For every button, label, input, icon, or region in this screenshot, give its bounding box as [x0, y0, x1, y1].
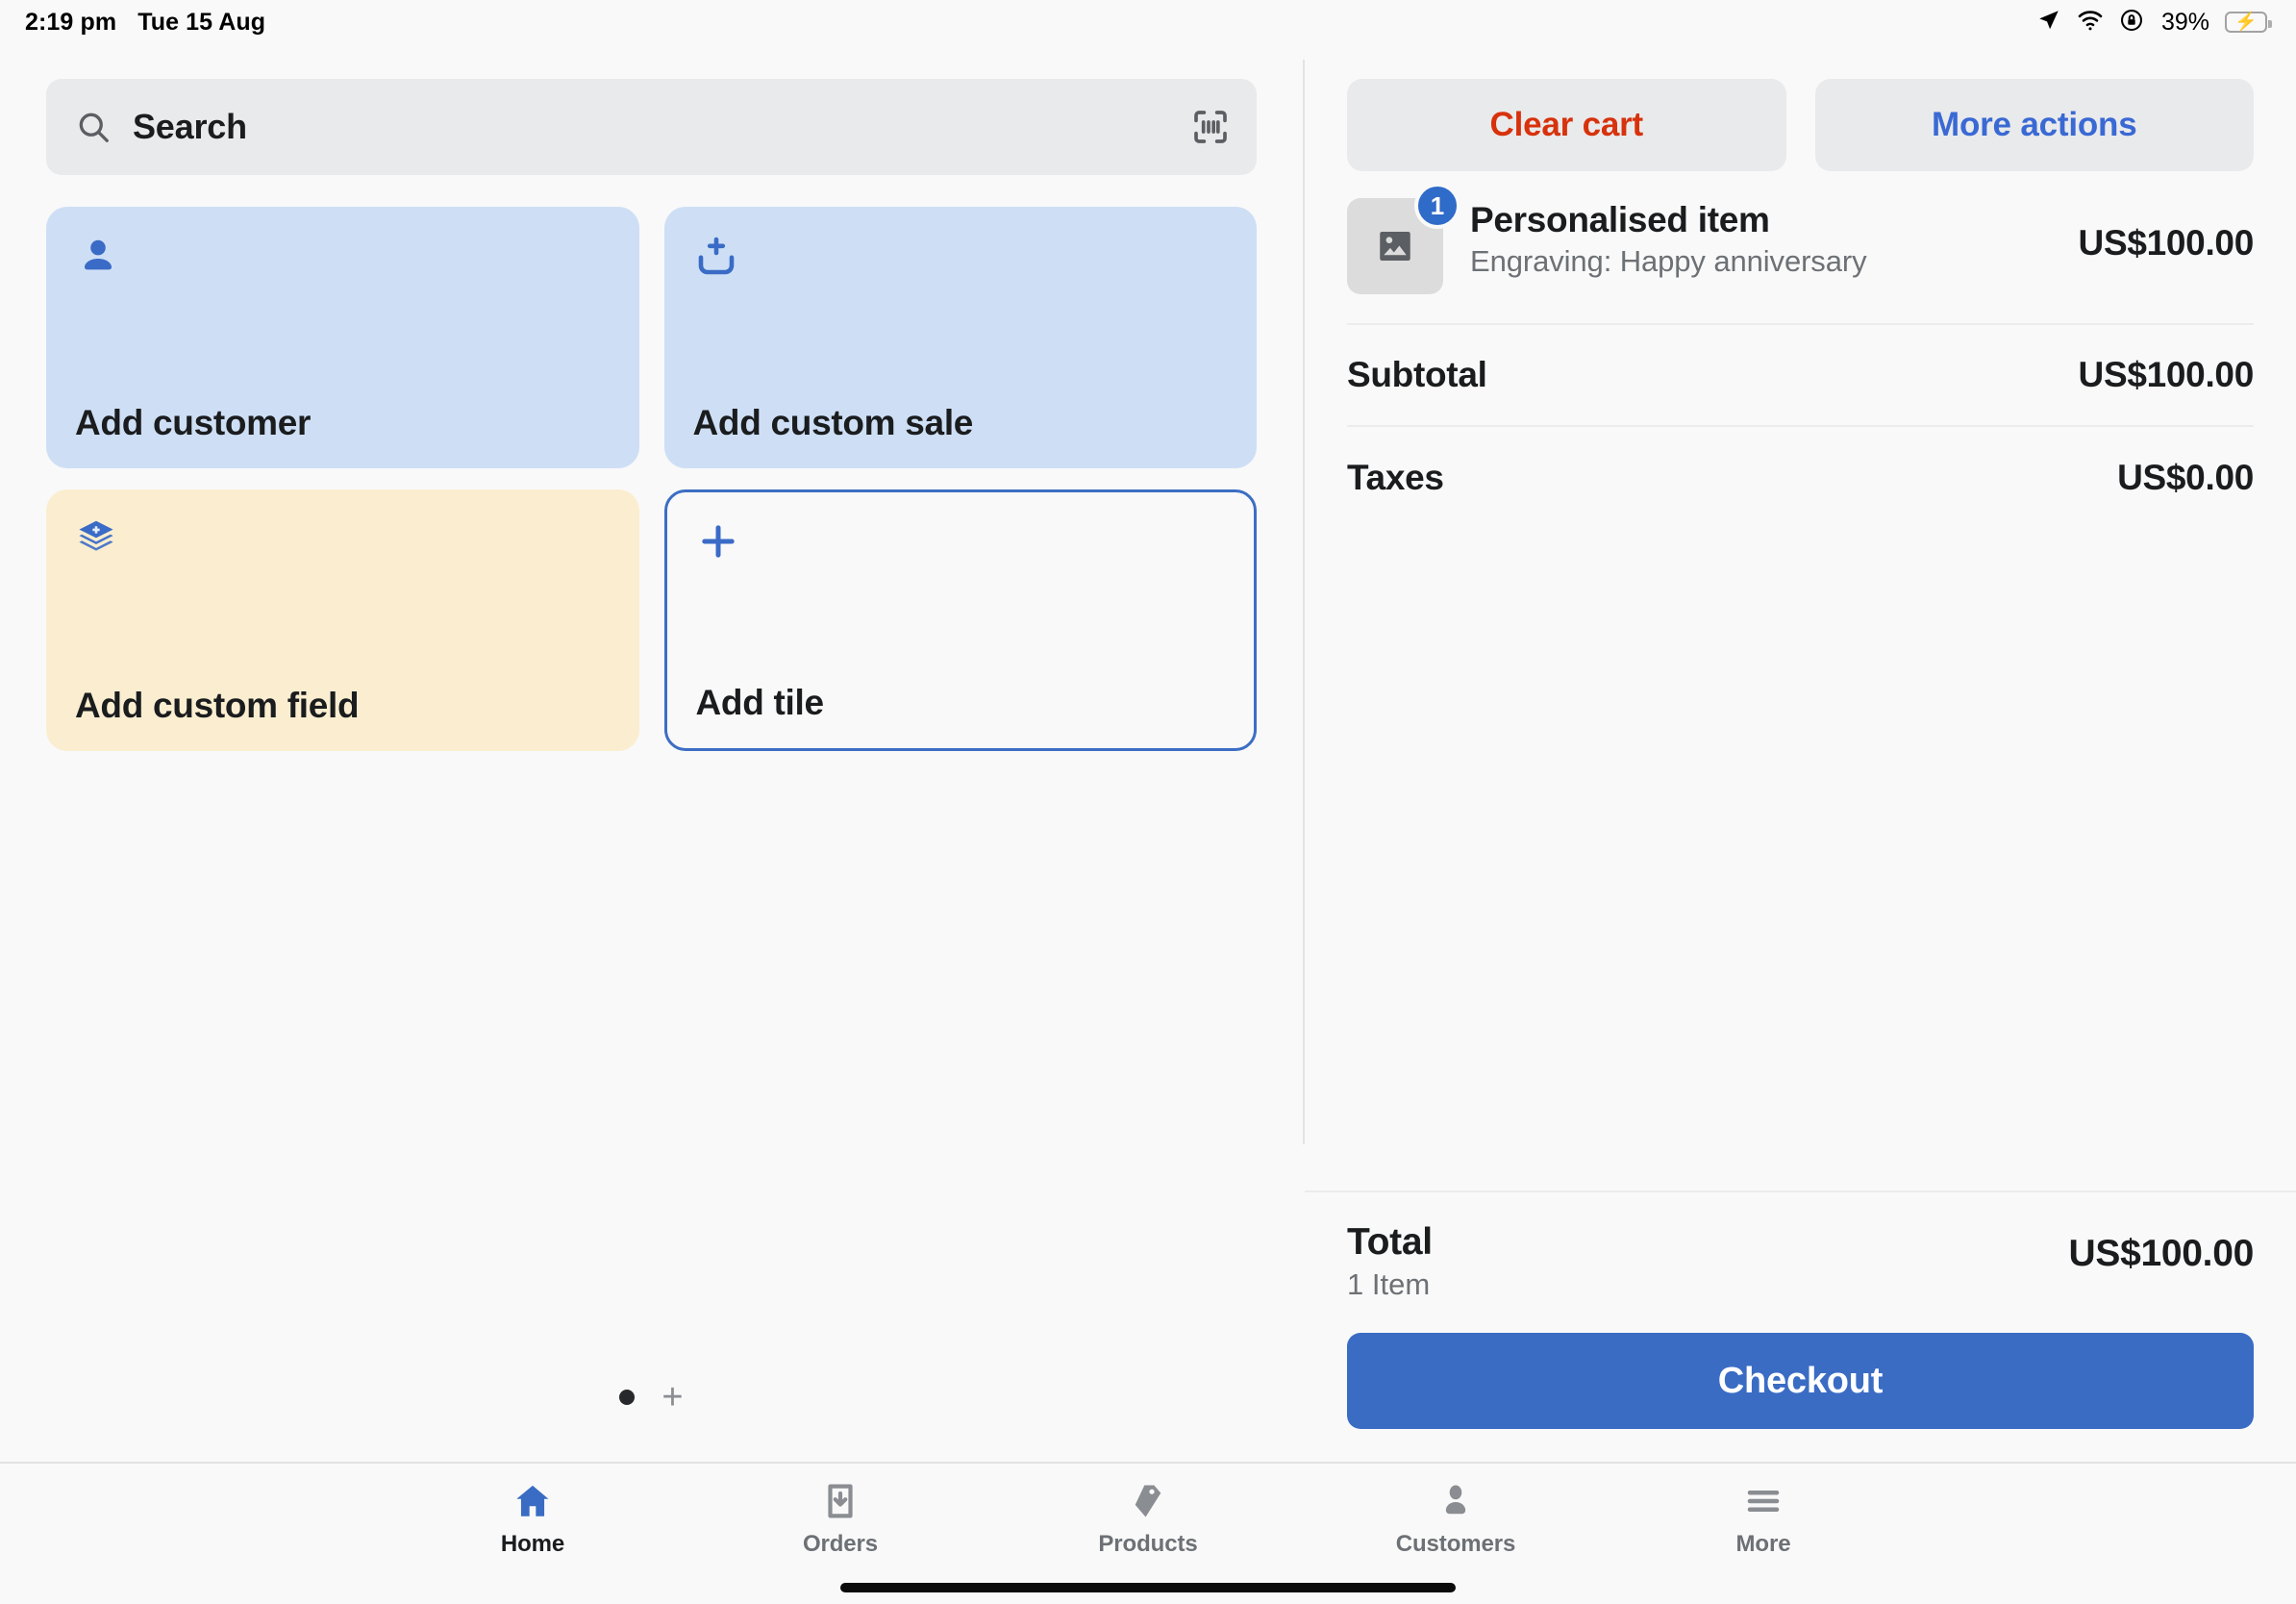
summary-label: Taxes	[1347, 458, 1444, 497]
person-icon	[1435, 1481, 1476, 1521]
tab-bar: Home Orders Products Customers More	[0, 1462, 2296, 1604]
summary-value: US$0.00	[2117, 458, 2254, 497]
tab-label: More	[1735, 1531, 1791, 1557]
page-dot-1[interactable]	[619, 1390, 636, 1405]
cart-item-subtitle: Engraving: Happy anniversary	[1470, 244, 1867, 278]
cart-pane: Clear cart More actions 1 Personalised i…	[1305, 44, 2296, 1462]
status-bar: 2:19 pm Tue 15 Aug 39% ⚡	[0, 0, 2296, 44]
tile-label: Add custom sale	[692, 403, 974, 442]
search-input[interactable]: Search	[133, 107, 1191, 147]
tab-home[interactable]: Home	[379, 1481, 686, 1558]
price-tag-icon	[1128, 1481, 1168, 1521]
tile-add-customer[interactable]: Add customer	[46, 207, 639, 468]
hamburger-menu-icon	[1743, 1481, 1784, 1521]
tab-label: Orders	[802, 1531, 879, 1557]
tile-label: Add customer	[75, 403, 312, 442]
pos-app-screen: 2:19 pm Tue 15 Aug 39% ⚡ Search Add cust…	[0, 0, 2296, 1604]
person-icon	[75, 234, 121, 280]
cart-summary-row-subtotal: Subtotal US$100.00	[1347, 325, 2254, 427]
image-placeholder-icon	[1375, 226, 1415, 266]
home-grid-pane: Search Add customer Add custom sale Add …	[0, 44, 1303, 1462]
tab-products[interactable]: Products	[994, 1481, 1302, 1558]
total-item-count: 1 Item	[1347, 1267, 1431, 1301]
battery-charging-icon: ⚡	[2225, 12, 2272, 33]
search-bar[interactable]: Search	[46, 79, 1257, 175]
total-value: US$100.00	[2068, 1233, 2255, 1274]
cart-line-item[interactable]: 1 Personalised item Engraving: Happy ann…	[1347, 183, 2255, 325]
plus-icon	[696, 519, 742, 565]
tab-label: Products	[1098, 1531, 1198, 1557]
tab-orders[interactable]: Orders	[686, 1481, 994, 1558]
total-label: Total	[1347, 1221, 1433, 1263]
cart-summary-row-taxes: Taxes US$0.00	[1347, 427, 2254, 529]
cart-item-thumbnail: 1	[1347, 183, 1460, 294]
cart-item-quantity-badge: 1	[1414, 183, 1460, 229]
tab-label: Customers	[1395, 1531, 1516, 1557]
checkout-button[interactable]: Checkout	[1347, 1333, 2254, 1429]
add-page-icon[interactable]: +	[661, 1379, 683, 1416]
tile-label: Add tile	[695, 683, 825, 722]
tile-add-custom-field[interactable]: Add custom field	[46, 489, 639, 751]
home-indicator[interactable]	[840, 1583, 1456, 1592]
status-bar-right: 39% ⚡	[2036, 8, 2272, 38]
page-indicator: +	[0, 1379, 1303, 1416]
tab-customers[interactable]: Customers	[1302, 1481, 1610, 1558]
clear-cart-button[interactable]: Clear cart	[1347, 79, 1786, 171]
summary-value: US$100.00	[2078, 355, 2255, 394]
cart-item-price: US$100.00	[2078, 223, 2255, 263]
location-arrow-icon	[2036, 8, 2061, 38]
cart-item-text: Personalised item Engraving: Happy anniv…	[1470, 198, 2079, 279]
summary-label: Subtotal	[1347, 355, 1487, 394]
cart-footer: Total 1 Item US$100.00 Checkout	[1305, 1190, 2296, 1462]
rotation-lock-icon	[2119, 8, 2144, 38]
cart-item-title: Personalised item	[1470, 200, 1770, 239]
barcode-scan-icon[interactable]	[1191, 108, 1230, 146]
cart-total-text: Total 1 Item	[1347, 1221, 1433, 1302]
tab-label: Home	[500, 1531, 565, 1557]
status-bar-left: 2:19 pm Tue 15 Aug	[25, 9, 265, 37]
tile-add-custom-sale[interactable]: Add custom sale	[663, 207, 1257, 468]
more-actions-button[interactable]: More actions	[1814, 79, 2254, 171]
battery-percent: 39%	[2160, 8, 2209, 36]
status-time: 2:19 pm	[25, 8, 117, 36]
cart-total-row: Total 1 Item US$100.00	[1347, 1221, 2254, 1302]
tab-more[interactable]: More	[1610, 1481, 1917, 1558]
cart-actions: Clear cart More actions	[1305, 44, 2296, 171]
orders-inbox-icon	[820, 1481, 861, 1521]
wifi-icon	[2077, 8, 2104, 38]
tile-label: Add custom field	[75, 686, 360, 725]
tile-grid: Add customer Add custom sale Add custom …	[46, 207, 1257, 751]
cart-add-icon	[693, 234, 739, 280]
tile-add-tile[interactable]: Add tile	[663, 489, 1257, 751]
home-icon	[512, 1481, 553, 1521]
search-icon	[75, 109, 112, 145]
status-date: Tue 15 Aug	[137, 8, 266, 36]
layers-add-icon	[75, 516, 121, 563]
